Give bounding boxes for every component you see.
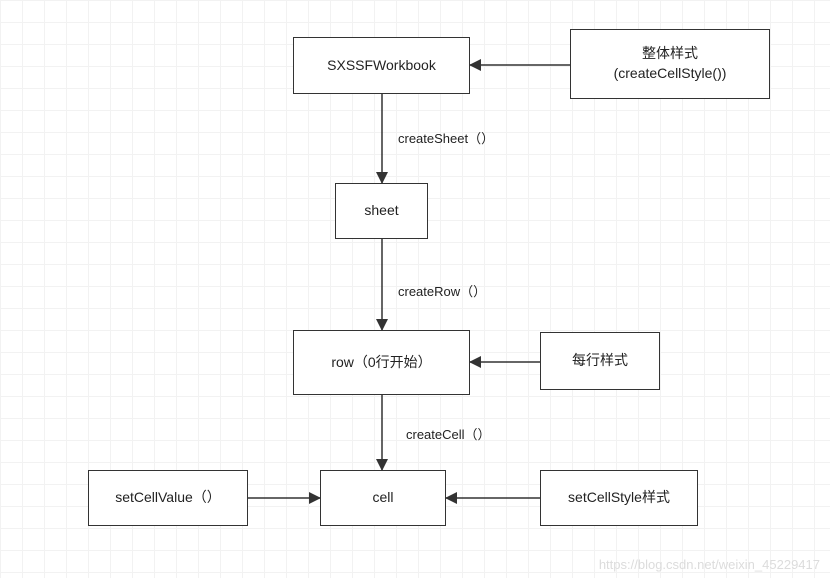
node-row: row（0行开始）	[293, 330, 470, 395]
node-sheet-label: sheet	[364, 201, 398, 221]
node-set-value: setCellValue（）	[88, 470, 248, 526]
node-set-value-label: setCellValue（）	[115, 488, 221, 508]
node-set-style-label: setCellStyle样式	[568, 488, 670, 508]
node-row-style: 每行样式	[540, 332, 660, 390]
node-row-style-label: 每行样式	[572, 351, 628, 371]
node-global-style: 整体样式 (createCellStyle())	[570, 29, 770, 99]
diagram-canvas: SXSSFWorkbook 整体样式 (createCellStyle()) s…	[0, 0, 830, 578]
node-row-label: row（0行开始）	[331, 353, 431, 373]
edge-label-create-cell: createCell（）	[406, 424, 491, 443]
node-workbook-label: SXSSFWorkbook	[327, 56, 436, 76]
node-cell-label: cell	[372, 488, 393, 508]
edge-label-create-sheet: createSheet（）	[398, 128, 494, 147]
watermark: https://blog.csdn.net/weixin_45229417	[599, 557, 820, 572]
node-sheet: sheet	[335, 183, 428, 239]
node-set-style: setCellStyle样式	[540, 470, 698, 526]
edge-label-create-row: createRow（）	[398, 281, 486, 300]
node-workbook: SXSSFWorkbook	[293, 37, 470, 94]
node-global-style-label: 整体样式 (createCellStyle())	[614, 44, 727, 83]
node-cell: cell	[320, 470, 446, 526]
